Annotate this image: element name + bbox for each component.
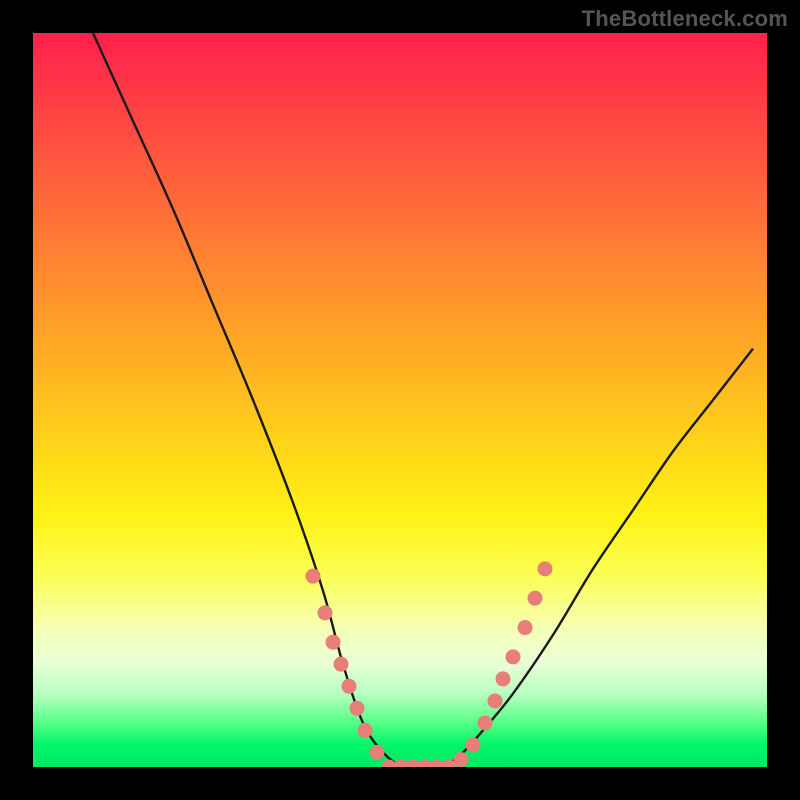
watermark-text: TheBottleneck.com [582,6,788,32]
chart-frame: TheBottleneck.com [0,0,800,800]
plot-gradient-background [33,33,767,767]
